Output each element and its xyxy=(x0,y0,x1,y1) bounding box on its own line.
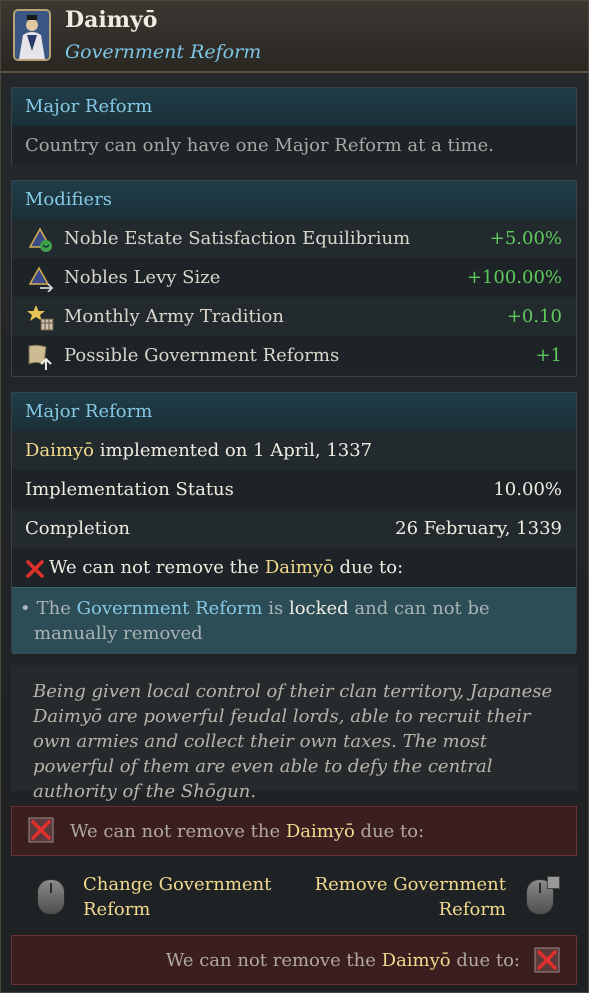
modifier-value: +1 xyxy=(535,345,562,366)
modifier-row: Nobles Levy Size +100.00% xyxy=(12,258,576,297)
reform-name: Daimyō xyxy=(25,440,94,461)
modifier-label: Monthly Army Tradition xyxy=(64,306,284,327)
page-subtitle: Government Reform xyxy=(65,41,262,63)
government-reforms-icon xyxy=(28,344,52,370)
right-click-indicator-icon xyxy=(547,876,560,889)
cannot-remove-pre: We can not remove the xyxy=(49,557,265,578)
modifier-row: Monthly Army Tradition +0.10 xyxy=(12,297,576,336)
modifiers-box: Modifiers Noble Estate Satisfaction Equi… xyxy=(11,180,577,377)
warning-bottom-post: due to: xyxy=(450,950,520,971)
major-reform-heading: Major Reform xyxy=(12,88,576,126)
implemented-row: Daimyō implemented on 1 April, 1337 xyxy=(12,431,576,470)
status-heading: Major Reform xyxy=(12,393,576,431)
reform-tooltip-panel: Daimyō Government Reform Major Reform Co… xyxy=(0,0,589,993)
warning-bottom-name: Daimyō xyxy=(381,950,451,971)
major-reform-info-box: Major Reform Country can only have one M… xyxy=(11,87,577,165)
bullet-locked: locked xyxy=(288,598,349,619)
cannot-remove-name: Daimyō xyxy=(264,557,334,578)
bullet-icon: • xyxy=(20,598,31,619)
page-title: Daimyō xyxy=(65,7,158,33)
warning-bar-top: We can not remove the Daimyō due to: xyxy=(11,806,577,856)
modifier-row: Possible Government Reforms +1 xyxy=(12,336,576,375)
cannot-remove-row: We can not remove the Daimyō due to: xyxy=(12,548,576,587)
modifier-value: +0.10 xyxy=(506,306,562,327)
left-click-mouse-icon xyxy=(37,879,65,915)
completion-row: Completion 26 February, 1339 xyxy=(12,509,576,548)
implemented-text: implemented on 1 April, 1337 xyxy=(94,440,373,461)
noble-satisfaction-icon xyxy=(28,227,52,252)
daimyo-portrait-icon xyxy=(13,9,51,61)
warning-top-pre: We can not remove the xyxy=(70,821,286,842)
cannot-remove-icon xyxy=(534,947,560,973)
completion-label: Completion xyxy=(25,518,131,539)
modifier-label: Possible Government Reforms xyxy=(64,345,340,366)
modifier-value: +100.00% xyxy=(466,267,562,288)
bullet-link: Government Reform xyxy=(76,598,263,619)
bullet-pre: The xyxy=(36,598,77,619)
modifiers-heading: Modifiers xyxy=(12,181,576,219)
red-x-icon xyxy=(26,560,44,578)
major-reform-description: Country can only have one Major Reform a… xyxy=(12,126,576,165)
bullet-mid: is xyxy=(262,598,289,619)
warning-bar-bottom: We can not remove the Daimyō due to: xyxy=(11,935,577,985)
warning-top-post: due to: xyxy=(354,821,425,842)
implementation-status-row: Implementation Status 10.00% xyxy=(12,470,576,509)
locked-reason: • The Government Reform is locked and can… xyxy=(12,587,576,654)
cannot-remove-icon xyxy=(28,817,54,843)
warning-top-name: Daimyō xyxy=(285,821,355,842)
completion-value: 26 February, 1339 xyxy=(395,518,562,539)
modifier-label: Nobles Levy Size xyxy=(64,267,221,288)
army-tradition-icon xyxy=(27,305,54,331)
implementation-status-label: Implementation Status xyxy=(25,479,234,500)
reform-status-box: Major Reform Daimyō implemented on 1 Apr… xyxy=(11,392,577,654)
implementation-status-value: 10.00% xyxy=(493,479,562,500)
remove-government-reform-button[interactable]: Remove Government Reform xyxy=(301,872,506,922)
warning-bottom-pre: We can not remove the xyxy=(165,950,382,971)
reform-description: Being given local control of their clan … xyxy=(11,665,577,802)
modifier-row: Noble Estate Satisfaction Equilibrium +5… xyxy=(12,219,576,258)
nobles-levy-icon xyxy=(28,266,54,292)
modifier-label: Noble Estate Satisfaction Equilibrium xyxy=(64,228,411,249)
cannot-remove-post: due to: xyxy=(333,557,404,578)
change-government-reform-button[interactable]: Change Government Reform xyxy=(83,872,283,922)
modifier-value: +5.00% xyxy=(489,228,562,249)
tooltip-header: Daimyō Government Reform xyxy=(1,1,588,73)
